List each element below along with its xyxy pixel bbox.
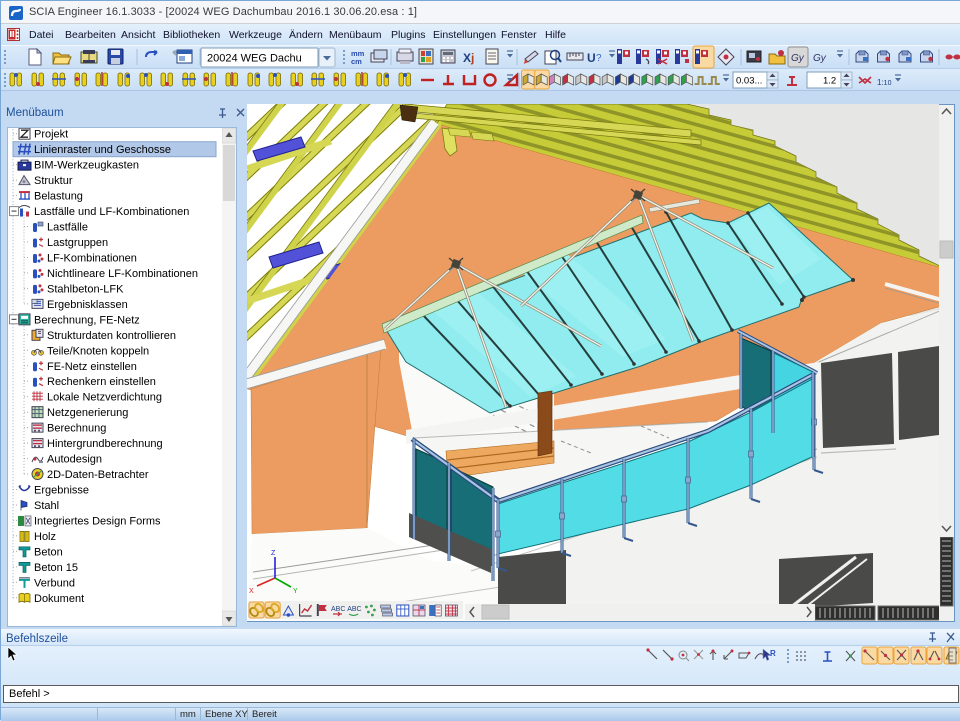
svg-text:ABC: ABC xyxy=(347,606,361,613)
svg-text:Linienraster und Geschosse: Linienraster und Geschosse xyxy=(34,144,171,156)
svg-text:Netzgenerierung: Netzgenerierung xyxy=(47,407,128,419)
svg-text:Strukturdaten kontrollieren: Strukturdaten kontrollieren xyxy=(47,330,176,342)
svg-text:2D-Daten-Betrachter: 2D-Daten-Betrachter xyxy=(47,469,149,481)
svg-text:cm: cm xyxy=(351,57,362,66)
svg-text:U: U xyxy=(587,51,596,65)
svg-text:1:10: 1:10 xyxy=(877,78,892,87)
svg-text:FE-Netz einstellen: FE-Netz einstellen xyxy=(47,361,137,373)
svg-text:Beton 15: Beton 15 xyxy=(34,562,78,574)
svg-text:Struktur: Struktur xyxy=(34,175,73,187)
svg-text:Dokument: Dokument xyxy=(34,593,84,605)
svg-text:Ergebnisklassen: Ergebnisklassen xyxy=(47,299,128,311)
svg-text:Verbund: Verbund xyxy=(34,577,75,589)
svg-text:Lastgruppen: Lastgruppen xyxy=(47,237,108,249)
svg-text:Teile/Knoten koppeln: Teile/Knoten koppeln xyxy=(47,345,149,357)
svg-text:Gy: Gy xyxy=(813,53,827,64)
svg-text:Hintergrundberechnung: Hintergrundberechnung xyxy=(47,438,163,450)
svg-text:R: R xyxy=(770,649,776,658)
svg-text:X: X xyxy=(249,588,254,595)
svg-text:1.2: 1.2 xyxy=(823,76,836,87)
svg-text:Autodesign: Autodesign xyxy=(47,454,102,466)
svg-text:?: ? xyxy=(596,53,602,64)
svg-text:Stahlbeton-LFK: Stahlbeton-LFK xyxy=(47,283,124,295)
svg-text:Rechenkern einstellen: Rechenkern einstellen xyxy=(47,376,156,388)
svg-text:Lastfälle: Lastfälle xyxy=(47,222,88,234)
svg-text:0.03...: 0.03... xyxy=(736,76,762,87)
svg-text:Y: Y xyxy=(293,588,298,595)
svg-text:Lastfälle und LF-Kombinationen: Lastfälle und LF-Kombinationen xyxy=(34,206,189,218)
svg-text:Berechnung, FE-Netz: Berechnung, FE-Netz xyxy=(34,314,140,326)
svg-text:20024 WEG Dachu: 20024 WEG Dachu xyxy=(207,53,302,65)
svg-text:Berechnung: Berechnung xyxy=(47,423,106,435)
svg-text:Z: Z xyxy=(271,550,276,557)
svg-text:Lokale Netzverdichtung: Lokale Netzverdichtung xyxy=(47,392,162,404)
svg-text:Projekt: Projekt xyxy=(34,129,68,141)
svg-text:Belastung: Belastung xyxy=(34,191,83,203)
svg-text:Beton: Beton xyxy=(34,546,63,558)
svg-text:Holz: Holz xyxy=(34,531,56,543)
svg-text:Integriertes Design Forms: Integriertes Design Forms xyxy=(34,515,161,527)
svg-text:BIM-Werkzeugkasten: BIM-Werkzeugkasten xyxy=(34,160,139,172)
svg-text:X: X xyxy=(463,51,471,65)
svg-text:Ergebnisse: Ergebnisse xyxy=(34,485,89,497)
svg-text:j: j xyxy=(470,51,474,65)
svg-text:Nichtlineare LF-Kombinationen: Nichtlineare LF-Kombinationen xyxy=(47,268,198,280)
svg-text:LF-Kombinationen: LF-Kombinationen xyxy=(47,253,137,265)
svg-text:Gy: Gy xyxy=(791,53,805,64)
svg-text:Stahl: Stahl xyxy=(34,500,59,512)
